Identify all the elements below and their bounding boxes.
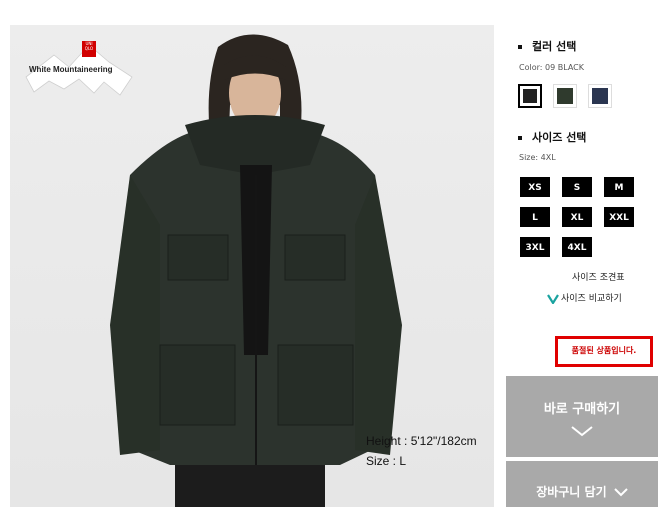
size-option-xl[interactable]: XL (562, 207, 592, 227)
model-size: Size : L (366, 454, 407, 468)
bullet-icon (518, 45, 522, 49)
size-option-s[interactable]: S (562, 177, 592, 197)
product-image: UNI QLO White Mountaineering Height : 5'… (10, 25, 494, 507)
chevron-down-icon (571, 426, 593, 437)
chevron-down-icon (614, 488, 628, 497)
model-height: Height : 5'12"/182cm (366, 434, 477, 448)
bullet-icon (518, 136, 522, 140)
add-to-cart-button[interactable]: 장바구니 담기 (506, 461, 658, 507)
add-to-cart-label: 장바구니 담기 (536, 485, 607, 499)
brand-logo: UNI QLO White Mountaineering (24, 37, 134, 97)
size-option-l[interactable]: L (520, 207, 550, 227)
size-option-xxl[interactable]: XXL (604, 207, 634, 227)
buy-now-button[interactable]: 바로 구매하기 (506, 376, 658, 457)
size-section-title: 사이즈 선택 (518, 129, 586, 145)
color-section-title: 컬러 선택 (518, 38, 576, 54)
size-option-xs[interactable]: XS (520, 177, 550, 197)
size-compare-link[interactable]: 사이즈 비교하기 (547, 291, 622, 305)
selected-size-label: Size: 4XL (519, 153, 556, 162)
model-info: Height : 5'12"/182cm Size : L (366, 431, 477, 471)
size-chart-link[interactable]: 사이즈 조견표 (572, 270, 625, 283)
size-option-m[interactable]: M (604, 177, 634, 197)
size-option-4xl[interactable]: 4XL (562, 237, 592, 257)
checkmark-v-icon (547, 293, 559, 305)
color-swatch-black[interactable] (518, 84, 542, 108)
size-option-3xl[interactable]: 3XL (520, 237, 550, 257)
color-swatch-olive[interactable] (553, 84, 577, 108)
collab-brand-name: White Mountaineering (29, 65, 113, 74)
uniqlo-logo: UNI QLO (82, 41, 96, 57)
sold-out-notice: 품절된 상품입니다. (555, 336, 653, 367)
selected-color-label: Color: 09 BLACK (519, 63, 584, 72)
color-swatch-navy[interactable] (588, 84, 612, 108)
buy-now-label: 바로 구매하기 (543, 402, 621, 417)
